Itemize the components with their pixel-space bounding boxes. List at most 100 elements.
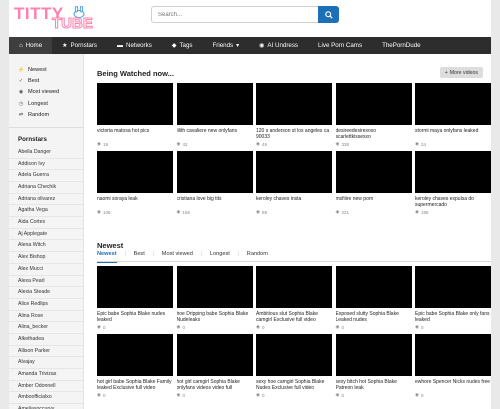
- pornstar-link[interactable]: Alex Bishop: [9, 252, 83, 264]
- pornstar-link[interactable]: Alina_becker: [9, 322, 83, 334]
- pornstar-link[interactable]: Adriana olivarez: [9, 194, 83, 206]
- tab-random[interactable]: Random: [238, 250, 277, 262]
- video-thumbnail[interactable]: [97, 334, 173, 376]
- pornstar-link[interactable]: Ameliasoccurvy: [9, 404, 83, 409]
- pornstar-link[interactable]: Agatha Vega: [9, 205, 83, 218]
- video-thumbnail[interactable]: [256, 151, 332, 193]
- video-card[interactable]: victoria matosa hot pics ◉ 19: [97, 83, 173, 151]
- video-thumbnail[interactable]: [97, 151, 173, 193]
- video-title[interactable]: Epic babe Sophia Blake nudes leaked: [97, 311, 173, 323]
- pornstar-link[interactable]: Allison Parker: [9, 346, 83, 358]
- video-title[interactable]: ewhore Spencer Nicks nudes free: [415, 379, 491, 391]
- video-card[interactable]: Exposed slutty Sophia Blake Leaked nudes…: [335, 266, 412, 334]
- nav-friends[interactable]: Friends ▾: [203, 37, 250, 54]
- tab-best[interactable]: Best: [125, 250, 154, 262]
- video-thumbnail[interactable]: [176, 266, 253, 308]
- video-title[interactable]: sexy bitch hot Sophia Blake Patreon leak: [336, 379, 412, 391]
- video-card[interactable]: lilith cavaliere new onlyfans ◉ 42: [176, 83, 253, 151]
- tab-longest[interactable]: Longest: [201, 250, 239, 262]
- video-title[interactable]: desireedesirexoxo scarlettkissesxo: [336, 128, 412, 140]
- video-card[interactable]: Epic babe Sophia Blake nudes leaked ◉ 0: [97, 266, 173, 334]
- pornstar-link[interactable]: Aj Applegate: [9, 229, 83, 241]
- video-card[interactable]: 120 s anderson st los angeles ca 90033 ◉ 4…: [256, 83, 332, 151]
- nav-ai-undress[interactable]: ◉ AI Undress: [249, 37, 308, 54]
- pornstar-link[interactable]: Adriana Chechik: [9, 182, 83, 194]
- video-thumbnail[interactable]: [415, 266, 491, 308]
- video-title[interactable]: stormi maya onlyfans leaked: [415, 128, 491, 140]
- more-videos-button[interactable]: + More videos: [439, 67, 483, 78]
- pornstar-link[interactable]: Alice Redlips: [9, 299, 83, 311]
- video-title[interactable]: hot girl camgirl Sophia Blake onlyfans v…: [177, 379, 253, 391]
- video-card[interactable]: hot girl babe Sophia Blake Family leaked…: [97, 334, 173, 402]
- video-thumbnail[interactable]: [335, 83, 412, 125]
- pornstar-link[interactable]: Alex Mucci: [9, 264, 83, 276]
- pornstar-link[interactable]: Alexia Steade: [9, 287, 83, 299]
- nav-pornstars[interactable]: ★ Pornstars: [52, 37, 107, 54]
- video-thumbnail[interactable]: [176, 83, 253, 125]
- video-card[interactable]: ewhore Spencer Nicks nudes free ◉ 0: [415, 334, 491, 402]
- pornstar-link[interactable]: Adela Guerra: [9, 170, 83, 183]
- sort-best[interactable]: ✓ Best: [18, 75, 83, 86]
- video-title[interactable]: victoria matosa hot pics: [97, 128, 173, 140]
- nav-theporndude[interactable]: ThePornDude: [372, 37, 431, 54]
- video-card[interactable]: sexy bitch hot Sophia Blake Patreon leak…: [335, 334, 412, 402]
- video-title[interactable]: lilith cavaliere new onlyfans: [177, 128, 253, 140]
- video-title[interactable]: 120 s anderson st los angeles ca 90033: [256, 128, 332, 140]
- pornstar-link[interactable]: Abella Danger: [9, 147, 83, 159]
- video-thumbnail[interactable]: [415, 151, 491, 193]
- video-title[interactable]: keroley chaves expulsa do supermercado: [415, 196, 491, 208]
- pornstar-link[interactable]: Amboofficialxo: [9, 392, 83, 405]
- video-card[interactable]: Ambitious slut Sophia Blake camgirl Excl…: [256, 266, 332, 334]
- tab-newest[interactable]: Newest: [97, 250, 126, 263]
- search-button[interactable]: [318, 6, 339, 23]
- video-card[interactable]: cristiana love big tits ◉ 156: [176, 151, 253, 219]
- nav-live-cams[interactable]: Live Porn Cams: [308, 37, 372, 54]
- sort-random[interactable]: ⇄ Random: [18, 110, 83, 121]
- video-title[interactable]: cristiana love big tits: [177, 196, 253, 208]
- video-thumbnail[interactable]: [256, 334, 332, 376]
- video-title[interactable]: hot girl babe Sophia Blake Family leaked…: [97, 379, 173, 391]
- video-card[interactable]: msfiiire new porn ◉ 221: [335, 151, 412, 219]
- video-card[interactable]: keroley chaves expulsa do supermercado ◉ 1…: [415, 151, 491, 219]
- video-card[interactable]: sexy hoe camgirl Sophia Blake Nudes Excl…: [256, 334, 332, 402]
- video-title[interactable]: naomi soraya leak: [97, 196, 173, 208]
- video-title[interactable]: Epic babe Sophia Blake only fans leaked: [415, 311, 491, 323]
- video-thumbnail[interactable]: [415, 83, 491, 125]
- pornstar-link[interactable]: Alena Witch: [9, 240, 83, 253]
- nav-home[interactable]: ⌂ Home: [9, 37, 53, 54]
- pornstar-link[interactable]: Amanda Trivizas: [9, 369, 83, 381]
- video-card[interactable]: naomi soraya leak ◉ 108: [97, 151, 173, 219]
- search-input[interactable]: [151, 6, 318, 23]
- video-thumbnail[interactable]: [97, 83, 173, 125]
- video-card[interactable]: keroley chaves insta ◉ 89: [256, 151, 332, 219]
- video-thumbnail[interactable]: [97, 266, 173, 308]
- video-card[interactable]: stormi maya onlyfans leaked ◉ 24: [415, 83, 491, 151]
- sort-most-viewed[interactable]: ◉ Most viewed: [18, 87, 83, 98]
- video-thumbnail[interactable]: [256, 266, 332, 308]
- video-thumbnail[interactable]: [176, 151, 253, 193]
- sort-longest[interactable]: ◷ Longest: [18, 98, 83, 109]
- pornstar-link[interactable]: Alvajay: [9, 357, 83, 370]
- pornstar-link[interactable]: Amber Odonnell: [9, 381, 83, 393]
- video-thumbnail[interactable]: [415, 334, 491, 376]
- pornstar-link[interactable]: Alexa Pearl: [9, 276, 83, 288]
- video-thumbnail[interactable]: [256, 83, 332, 125]
- pornstar-link[interactable]: Alkethadea: [9, 334, 83, 346]
- video-title[interactable]: sexy hoe camgirl Sophia Blake Nudes Excl…: [256, 379, 332, 391]
- video-title[interactable]: Exposed slutty Sophia Blake Leaked nudes: [336, 311, 412, 323]
- video-thumbnail[interactable]: [335, 266, 412, 308]
- pornstar-link[interactable]: Addison Ivy: [9, 159, 83, 171]
- video-title[interactable]: keroley chaves insta: [256, 196, 332, 208]
- video-card[interactable]: desireedesirexoxo scarlettkissesxo ◉ 338: [335, 83, 412, 151]
- nav-tags[interactable]: ◆ Tags: [162, 37, 203, 54]
- video-title[interactable]: hoe Dripping babe Sophia Blake Nudeleaks: [177, 311, 253, 323]
- video-thumbnail[interactable]: [335, 151, 412, 193]
- video-card[interactable]: hot girl camgirl Sophia Blake onlyfans v…: [176, 334, 253, 402]
- pornstar-link[interactable]: Alina Rose: [9, 311, 83, 323]
- nav-networks[interactable]: ▬ Networks: [107, 37, 162, 54]
- video-title[interactable]: msfiiire new porn: [336, 196, 412, 208]
- video-thumbnail[interactable]: [335, 334, 412, 376]
- pornstar-link[interactable]: Aida Cortes: [9, 217, 83, 229]
- site-logo[interactable]: TITTY TUBE: [14, 4, 102, 33]
- video-thumbnail[interactable]: [176, 334, 253, 376]
